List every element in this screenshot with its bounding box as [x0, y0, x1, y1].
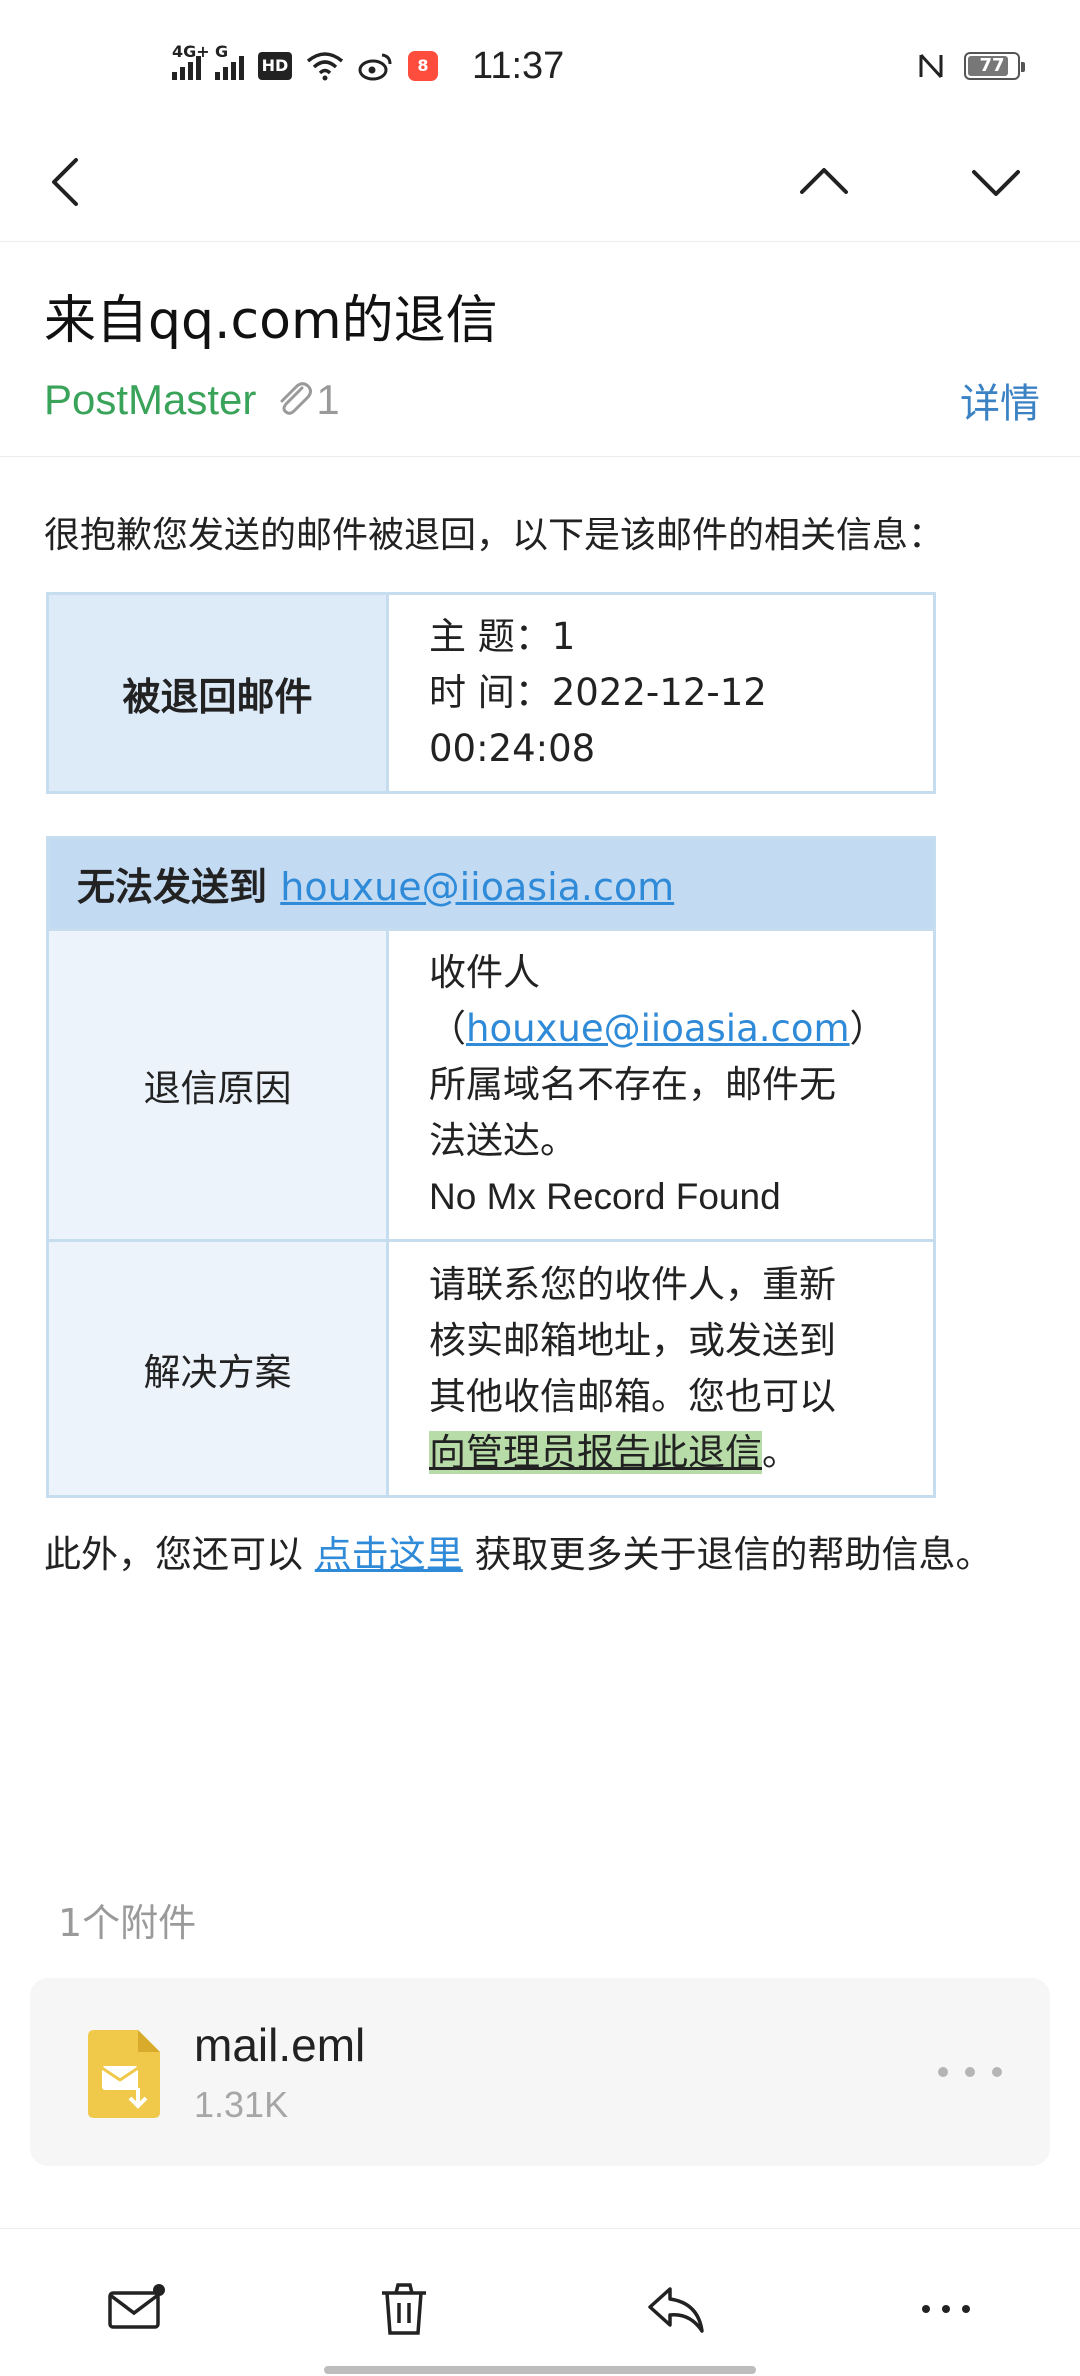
trash-icon: [382, 2283, 426, 2335]
click-here-link[interactable]: 点击这里: [315, 1533, 463, 1576]
bottom-toolbar: [0, 2228, 1080, 2376]
dot-icon: [992, 2067, 1002, 2077]
solution-content: 请联系您的收件人，重新 核实邮箱地址，或发送到 其他收信邮箱。您也可以 向管理员…: [386, 1239, 936, 1498]
solution-line-4: 向管理员报告此退信。: [429, 1430, 799, 1474]
eml-file-icon: [88, 2030, 160, 2118]
returned-mail-label: 被退回邮件: [46, 592, 389, 794]
reason-line-1: 所属域名不存在，邮件无: [429, 1063, 836, 1106]
sender-name[interactable]: PostMaster: [44, 376, 256, 424]
paperclip-icon: [280, 382, 313, 415]
status-bar: 4G+ G HD 8 11:37 77: [0, 0, 1080, 120]
status-left: 4G+ G HD 8 11:37: [172, 42, 565, 88]
returned-time-cont: 00:24:08: [429, 727, 596, 770]
reason-prefix: 收件人: [429, 951, 540, 994]
attachment-count-label: 1个附件: [58, 1901, 197, 1945]
more-icon: [922, 2305, 970, 2313]
dot-icon: [938, 2067, 948, 2077]
delete-button[interactable]: [364, 2269, 444, 2349]
returned-mail-table: 被退回邮件 主 题：1 时 间：2022-12-12 00:24:08: [46, 592, 936, 794]
status-right: 77: [918, 44, 1025, 88]
top-nav: [0, 120, 1080, 242]
chevron-up-icon: [800, 168, 848, 194]
sender-row: PostMaster 1 详情: [44, 370, 1040, 430]
attachment-file-size: 1.31K: [194, 2084, 289, 2125]
next-mail-button[interactable]: [954, 140, 1038, 224]
solution-line-2: 核实邮箱地址，或发送到: [429, 1318, 836, 1362]
returned-mail-info: 主 题：1 时 间：2022-12-12 00:24:08: [386, 592, 936, 794]
reason-email-link[interactable]: houxue@iioasia.com: [466, 1007, 850, 1050]
previous-mail-button[interactable]: [782, 140, 866, 224]
intro-text: 很抱歉您发送的邮件被退回，以下是该邮件的相关信息：: [44, 515, 945, 556]
attachment-file-name: mail.eml: [194, 2019, 366, 2071]
extra-help-text: 此外，您还可以 点击这里 获取更多关于退信的帮助信息。: [44, 1533, 993, 1576]
mail-icon: [108, 2284, 165, 2329]
reason-label: 退信原因: [46, 928, 389, 1242]
report-bounce-link[interactable]: 向管理员报告此退信: [429, 1430, 762, 1474]
mail-subject: 来自qq.com的退信: [44, 291, 498, 351]
attachment-indicator: 1: [272, 376, 340, 424]
chevron-down-icon: [972, 170, 1020, 196]
wifi-icon: [306, 52, 344, 81]
cannot-send-header: 无法发送到 houxue@iioasia.com: [46, 836, 936, 931]
app-notification-icon: 8: [408, 51, 438, 81]
attachment-count: 1: [316, 376, 340, 423]
back-button[interactable]: [26, 140, 110, 224]
returned-subject: 主 题：1: [429, 615, 576, 658]
mark-unread-button[interactable]: [96, 2269, 176, 2349]
hd-icon: HD: [258, 52, 292, 80]
cannot-send-label: 无法发送到: [77, 865, 268, 909]
home-indicator[interactable]: [324, 2366, 756, 2374]
delivery-failure-table: 无法发送到 houxue@iioasia.com 退信原因 收件人 （houxu…: [46, 836, 936, 1498]
signal-icon: 4G+: [172, 42, 210, 80]
back-icon: [52, 158, 78, 206]
recipient-email-link[interactable]: houxue@iioasia.com: [280, 865, 674, 909]
battery-icon: 77: [964, 52, 1025, 80]
reason-email-line: （houxue@iioasia.com）: [429, 1007, 887, 1050]
nfc-icon: [919, 53, 943, 79]
solution-line-1: 请联系您的收件人，重新: [429, 1262, 836, 1306]
more-actions-button[interactable]: [906, 2269, 986, 2349]
solution-line-3: 其他收信邮箱。您也可以: [429, 1374, 836, 1418]
status-time: 11:37: [472, 44, 565, 87]
reason-content: 收件人 （houxue@iioasia.com） 所属域名不存在，邮件无 法送达…: [386, 928, 936, 1242]
weibo-icon: [358, 53, 392, 81]
returned-time: 时 间：2022-12-12: [429, 671, 767, 714]
reason-line-2: 法送达。: [429, 1119, 577, 1162]
attachment-card[interactable]: mail.eml 1.31K: [30, 1978, 1050, 2166]
attachment-more-button[interactable]: [938, 2054, 1002, 2090]
solution-label: 解决方案: [46, 1239, 389, 1498]
reply-icon: [648, 2287, 704, 2333]
signal-icon-2: G: [215, 42, 244, 80]
reply-button[interactable]: [636, 2269, 716, 2349]
reason-english: No Mx Record Found: [429, 1176, 781, 1217]
header-divider: [0, 456, 1080, 457]
dot-icon: [965, 2067, 975, 2077]
details-link[interactable]: 详情: [960, 371, 1040, 429]
